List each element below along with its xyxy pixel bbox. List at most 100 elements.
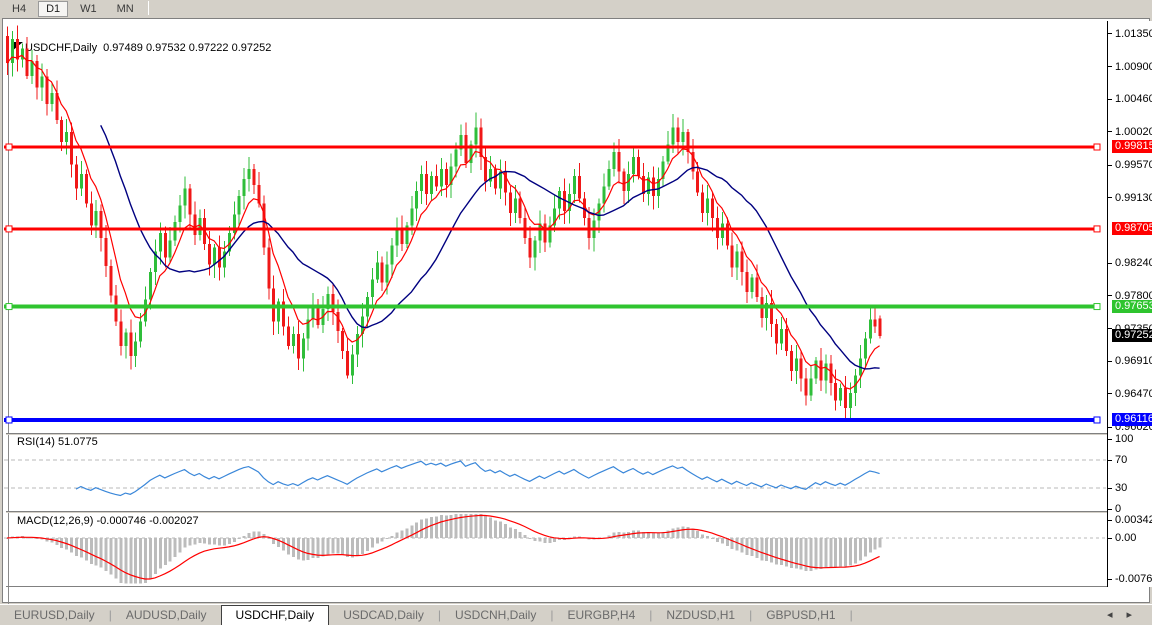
macd-histogram-bar xyxy=(479,513,483,538)
macd-histogram-bar xyxy=(119,538,123,583)
macd-histogram-bar xyxy=(464,513,468,538)
macd-tick-label: 0.003428 xyxy=(1115,513,1152,526)
macd-signal-line xyxy=(6,514,880,580)
candle-body xyxy=(637,156,641,177)
candle-body xyxy=(844,387,848,408)
period-button-mn[interactable]: MN xyxy=(109,1,142,17)
candle-body xyxy=(454,149,458,167)
price-axis[interactable]: 1.01350 1.00900 1.00460 1.00020 0.99570 0.991… xyxy=(1107,21,1152,587)
macd-histogram-bar xyxy=(538,538,542,542)
candle-body xyxy=(849,393,853,408)
macd-histogram-bar xyxy=(780,538,784,566)
line-handle[interactable] xyxy=(1093,303,1101,311)
candle-body xyxy=(208,244,212,265)
candle-body xyxy=(607,168,611,187)
line-handle[interactable] xyxy=(5,143,13,151)
candle-body xyxy=(686,131,690,152)
candle-body xyxy=(612,151,616,169)
macd-histogram-bar xyxy=(444,515,448,538)
tab-audusd-daily[interactable]: AUDUSD,Daily xyxy=(112,606,221,625)
macd-histogram-bar xyxy=(735,538,739,551)
price-level-badge-0.96116: 0.96116 xyxy=(1112,412,1152,426)
line-handle[interactable] xyxy=(5,303,13,311)
candle-body xyxy=(114,295,118,322)
tab-scroll-left-icon[interactable]: ◂ xyxy=(1107,609,1127,621)
tab-usdcnh-daily[interactable]: USDCNH,Daily xyxy=(441,606,550,625)
candle-body xyxy=(622,171,626,191)
tab-usdcad-daily[interactable]: USDCAD,Daily xyxy=(329,606,438,625)
macd-histogram-bar xyxy=(351,538,355,558)
mt4-app: H4 D1 W1 MN USDCHF,Daily 0.97489 0.97532 0.9… xyxy=(0,0,1152,625)
price-tick-label: 1.00460 xyxy=(1115,93,1152,106)
toolbar-separator xyxy=(147,1,149,16)
candle-body xyxy=(267,247,271,289)
macd-histogram-bar xyxy=(326,538,330,555)
macd-histogram-bar xyxy=(760,538,764,561)
candle-body xyxy=(735,251,739,268)
candle-body xyxy=(730,245,734,268)
macd-pane[interactable] xyxy=(4,513,1106,585)
macd-histogram-bar xyxy=(513,529,517,538)
candle-body xyxy=(533,240,537,258)
candle-body xyxy=(109,266,113,296)
period-button-d1[interactable]: D1 xyxy=(38,1,69,17)
macd-histogram-bar xyxy=(829,538,833,567)
candle-body xyxy=(775,323,779,344)
line-handle[interactable] xyxy=(5,225,13,233)
macd-histogram-bar xyxy=(183,538,187,548)
macd-histogram-bar xyxy=(784,538,788,567)
candle-body xyxy=(745,272,749,293)
axis-tick xyxy=(1108,360,1112,362)
candle-body xyxy=(701,192,705,214)
axis-tick xyxy=(1108,262,1112,264)
line-handle[interactable] xyxy=(1093,416,1101,424)
macd-histogram-bar xyxy=(321,538,325,557)
line-handle[interactable] xyxy=(5,416,13,424)
candle-body xyxy=(385,264,389,283)
candle-body xyxy=(819,360,823,381)
candle-body xyxy=(681,131,685,143)
chart-window: USDCHF,Daily 0.97489 0.97532 0.97222 0.97… xyxy=(2,18,1152,622)
macd-histogram-bar xyxy=(849,538,853,566)
macd-histogram-bar xyxy=(79,538,83,558)
candle-body xyxy=(168,240,172,258)
candle-body xyxy=(247,168,251,180)
candle-body xyxy=(390,245,394,265)
candle-body xyxy=(346,351,350,376)
period-toolbar: H4 D1 W1 MN xyxy=(0,0,1152,18)
macd-histogram-bar xyxy=(770,538,774,563)
tab-eurusd-daily[interactable]: EURUSD,Daily xyxy=(0,606,109,625)
macd-histogram-bar xyxy=(528,538,532,539)
main-chart-pane[interactable] xyxy=(4,21,1106,431)
period-button-w1[interactable]: W1 xyxy=(72,1,105,17)
candle-body xyxy=(474,127,478,145)
line-handle[interactable] xyxy=(1093,225,1101,233)
price-tick-label: 0.96470 xyxy=(1115,387,1152,400)
candle-body xyxy=(89,203,93,226)
candle-body xyxy=(725,223,729,246)
price-level-badge-0.98705: 0.98705 xyxy=(1112,221,1152,235)
macd-histogram-bar xyxy=(839,538,843,567)
tab-gbpusd-h1[interactable]: GBPUSD,H1 xyxy=(752,606,849,625)
tab-eurgbp-h4[interactable]: EURGBP,H4 xyxy=(553,606,649,625)
macd-histogram-bar xyxy=(163,538,167,566)
period-button-h4[interactable]: H4 xyxy=(4,1,34,17)
macd-histogram-bar xyxy=(129,538,133,584)
tab-usdchf-daily[interactable]: USDCHF,Daily xyxy=(220,605,330,625)
line-handle[interactable] xyxy=(1093,143,1101,151)
macd-histogram-bar xyxy=(508,527,512,538)
candle-body xyxy=(119,321,123,346)
rsi-pane[interactable] xyxy=(4,435,1106,509)
candle-body xyxy=(301,338,305,359)
candle-body xyxy=(617,151,621,172)
tab-scroll-right-icon[interactable]: ▸ xyxy=(1126,609,1146,621)
macd-histogram-bar xyxy=(395,532,399,538)
candle-body xyxy=(420,173,424,191)
candle-body xyxy=(35,61,39,88)
macd-histogram-bar xyxy=(543,538,547,543)
macd-histogram-bar xyxy=(681,526,685,538)
price-tick-label: 0.99130 xyxy=(1115,191,1152,204)
candle-body xyxy=(129,332,133,357)
tab-nzdusd-h1[interactable]: NZDUSD,H1 xyxy=(652,606,749,625)
macd-histogram-bar xyxy=(109,538,113,575)
